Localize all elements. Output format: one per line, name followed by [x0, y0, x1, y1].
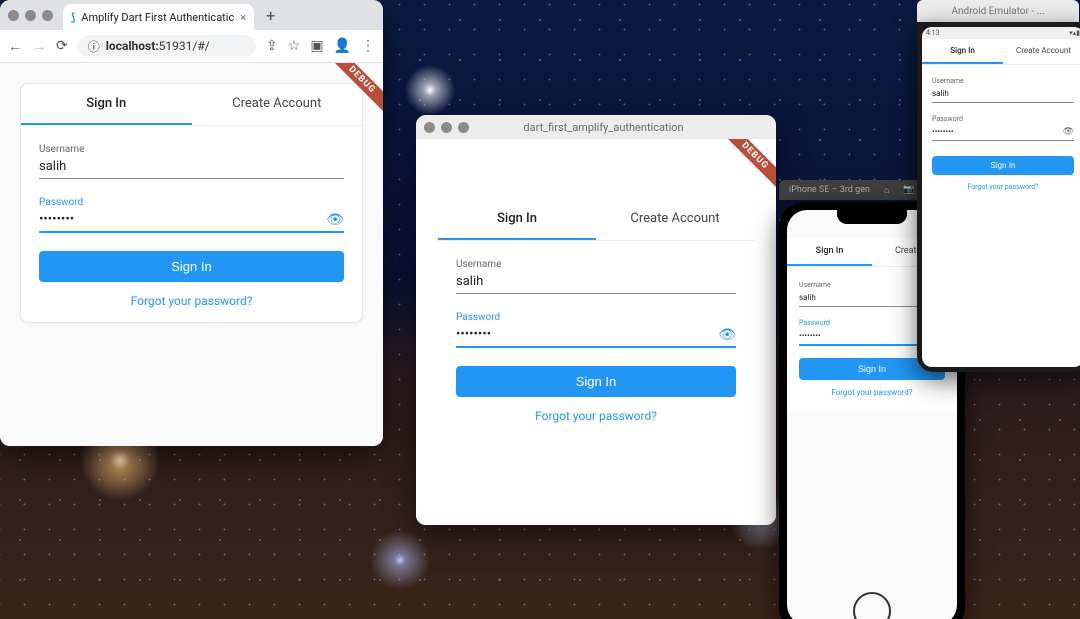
sidepanel-icon[interactable]: ▣ [310, 38, 323, 54]
iphone-notch [837, 210, 907, 224]
android-device: 4:13 ▾▴▮ Sign In Create Account Username… [917, 22, 1080, 372]
back-icon[interactable]: ← [8, 38, 22, 55]
chrome-toolbar: ← → ⟳ ⓘ localhost:51931/#/ ⇪ ☆ ▣ 👤 ⋮ [0, 30, 383, 63]
tab-sign-in[interactable]: Sign In [438, 199, 596, 240]
new-tab-button[interactable]: + [260, 6, 281, 25]
desktop-background: ⟆ Amplify Dart First Authenticatic × + ←… [0, 0, 1080, 619]
auth-card: Sign In Create Account Username salih Pa… [922, 39, 1080, 203]
reload-icon[interactable]: ⟳ [56, 38, 68, 54]
android-status-icons: ▾▴▮ [1069, 29, 1080, 37]
password-label: Password [932, 115, 1074, 123]
username-label: Username [39, 144, 344, 155]
window-traffic-lights[interactable] [8, 10, 53, 21]
browser-tab-title: Amplify Dart First Authenticatic [81, 11, 234, 24]
password-label: Password [456, 312, 736, 323]
macos-app-window: dart_first_amplify_authentication DEBUG … [416, 115, 776, 525]
share-icon[interactable]: ⇪ [266, 38, 278, 54]
macos-titlebar: dart_first_amplify_authentication [416, 115, 776, 139]
url-bar[interactable]: ⓘ localhost:51931/#/ [78, 35, 256, 57]
android-time: 4:13 [926, 29, 940, 37]
tab-close-icon[interactable]: × [240, 11, 246, 24]
android-emulator-title: Android Emulator - ... [952, 6, 1045, 17]
debug-banner: DEBUG [323, 63, 383, 123]
chrome-viewport: DEBUG Sign In Create Account Username sa… [0, 63, 383, 446]
visibility-toggle-icon[interactable]: 👁 [1063, 127, 1074, 137]
forward-icon[interactable]: → [32, 38, 46, 55]
auth-card: Sign In Create Account Username salih Pa… [20, 83, 363, 323]
password-input[interactable]: •••••••• [799, 329, 932, 342]
password-input[interactable]: •••••••• [456, 325, 718, 344]
overflow-menu-icon[interactable]: ⋮ [361, 38, 375, 54]
screenshot-icon[interactable]: 📷 [903, 185, 914, 195]
sign-in-button[interactable]: Sign In [932, 156, 1074, 175]
username-label: Username [456, 259, 736, 270]
bookmark-icon[interactable]: ☆ [288, 38, 301, 54]
ios-simulator-titlebar: iPhone SE – 3rd gen ⌂ 📷 ↻ [779, 180, 935, 200]
username-input[interactable]: salih [39, 157, 344, 176]
tab-sign-in[interactable]: Sign In [922, 39, 1003, 64]
site-info-icon[interactable]: ⓘ [88, 38, 100, 55]
password-label: Password [39, 197, 344, 208]
tab-sign-in[interactable]: Sign In [787, 238, 872, 266]
forgot-password-link[interactable]: Forgot your password? [799, 388, 945, 397]
window-traffic-lights[interactable] [424, 122, 469, 133]
auth-card: Sign In Create Account Username salih Pa… [438, 199, 754, 437]
username-input[interactable]: salih [932, 87, 1074, 100]
password-input[interactable]: •••••••• [39, 210, 326, 229]
profile-icon[interactable]: 👤 [334, 38, 351, 54]
password-input[interactable]: •••••••• [932, 125, 1063, 138]
username-input[interactable]: salih [456, 272, 736, 291]
macos-window-title: dart_first_amplify_authentication [479, 121, 728, 134]
chrome-window: ⟆ Amplify Dart First Authenticatic × + ←… [0, 0, 383, 446]
home-icon[interactable]: ⌂ [884, 185, 889, 196]
tab-sign-in[interactable]: Sign In [21, 84, 192, 125]
forgot-password-link[interactable]: Forgot your password? [456, 409, 736, 423]
username-label: Username [932, 77, 1074, 85]
android-screen: 4:13 ▾▴▮ Sign In Create Account Username… [922, 27, 1080, 367]
auth-tabs: Sign In Create Account [21, 84, 362, 126]
macos-content: DEBUG Sign In Create Account Username sa… [416, 139, 776, 525]
visibility-toggle-icon[interactable]: 👁 [718, 327, 736, 343]
sign-in-button[interactable]: Sign In [456, 366, 736, 397]
browser-tab[interactable]: ⟆ Amplify Dart First Authenticatic × [63, 4, 254, 30]
auth-tabs: Sign In Create Account [438, 199, 754, 241]
sign-in-button[interactable]: Sign In [39, 251, 344, 282]
flutter-favicon-icon: ⟆ [71, 11, 75, 24]
chrome-tabstrip: ⟆ Amplify Dart First Authenticatic × + [0, 0, 383, 30]
tab-create-account[interactable]: Create Account [596, 199, 754, 240]
visibility-toggle-icon[interactable]: 👁 [326, 212, 344, 228]
debug-banner: DEBUG [716, 139, 776, 199]
forgot-password-link[interactable]: Forgot your password? [932, 183, 1074, 191]
android-emulator-titlebar: Android Emulator - ... [917, 0, 1079, 22]
auth-tabs: Sign In Create Account [922, 39, 1080, 65]
android-status-bar: 4:13 ▾▴▮ [922, 27, 1080, 39]
ios-simulator-title: iPhone SE – 3rd gen [789, 185, 870, 195]
tab-create-account[interactable]: Create Account [1003, 39, 1080, 64]
forgot-password-link[interactable]: Forgot your password? [39, 294, 344, 308]
